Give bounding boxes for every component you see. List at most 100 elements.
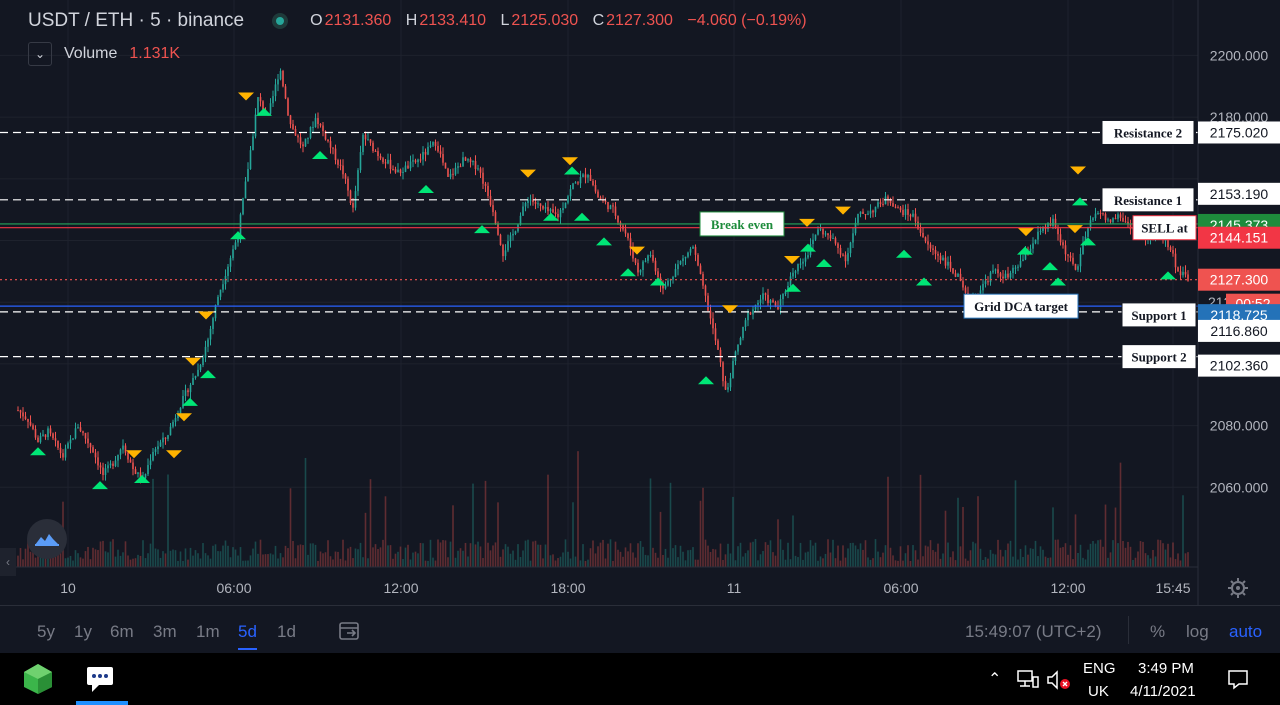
range-6m[interactable]: 6m bbox=[110, 622, 134, 642]
volume-bar bbox=[527, 539, 529, 567]
candle-body bbox=[259, 97, 262, 102]
candle-body bbox=[937, 253, 939, 256]
volume-bar bbox=[17, 555, 19, 567]
level-tags: Resistance 2 Resistance 1 Break even SELL a… bbox=[699, 119, 1280, 377]
volume-legend: ⌄ Volume 1.131K bbox=[28, 42, 180, 66]
volume-bar bbox=[459, 548, 462, 567]
volume-bar bbox=[494, 542, 497, 567]
volume-bar bbox=[402, 559, 404, 567]
volume-bar bbox=[329, 556, 332, 567]
auto-scale-toggle[interactable]: auto bbox=[1229, 622, 1262, 642]
candle-body bbox=[609, 205, 612, 210]
range-5d[interactable]: 5d bbox=[238, 622, 257, 650]
volume-bar bbox=[864, 540, 867, 567]
volume-bar bbox=[577, 451, 579, 567]
volume-muted-icon[interactable] bbox=[1046, 669, 1072, 691]
volume-bar bbox=[892, 555, 894, 567]
candle-body bbox=[159, 442, 162, 447]
candle-body bbox=[494, 212, 497, 224]
percent-scale-toggle[interactable]: % bbox=[1150, 622, 1165, 642]
tradingview-logo-icon[interactable] bbox=[27, 519, 67, 559]
collapse-chevron-icon[interactable]: ⌄ bbox=[28, 42, 52, 66]
volume-bar bbox=[912, 545, 914, 567]
range-1y[interactable]: 1y bbox=[74, 622, 92, 642]
network-icon[interactable] bbox=[1016, 669, 1040, 689]
volume-bar bbox=[334, 551, 337, 567]
volume-bar bbox=[567, 551, 569, 567]
candle-body bbox=[439, 151, 442, 155]
candle-body bbox=[227, 266, 229, 276]
buy-signal-marker bbox=[1160, 271, 1176, 280]
candle-body bbox=[19, 410, 22, 413]
volume-bar bbox=[187, 559, 189, 567]
volume-bar bbox=[742, 556, 744, 567]
chart-settings-gear-icon[interactable] bbox=[1226, 576, 1250, 600]
candle-body bbox=[329, 141, 332, 148]
candle-body bbox=[839, 247, 842, 255]
candle-body bbox=[422, 151, 424, 160]
price-tag-sell-at: 2144.151 bbox=[1210, 230, 1269, 246]
candle-body bbox=[549, 209, 552, 212]
volume-bar bbox=[857, 549, 859, 567]
sell-signal-marker bbox=[185, 357, 201, 366]
price-chart[interactable]: 2200.0002180.0002140.0002080.0002060.000… bbox=[0, 0, 1280, 605]
volume-bar bbox=[84, 551, 87, 567]
candle-body bbox=[64, 448, 67, 458]
candle-body bbox=[474, 160, 477, 170]
candle-body bbox=[417, 159, 419, 163]
windows-taskbar: ⌃ ENG UK 3:49 PM 4/11/2021 bbox=[0, 653, 1280, 705]
candle-body bbox=[1129, 223, 1132, 230]
range-3m[interactable]: 3m bbox=[153, 622, 177, 642]
volume-bar bbox=[979, 548, 982, 567]
taskbar-date[interactable]: 4/11/2021 bbox=[1130, 683, 1196, 700]
time-tick-label: 15:45 bbox=[1155, 580, 1190, 596]
volume-bar bbox=[1089, 543, 1092, 567]
keyboard-region[interactable]: UK bbox=[1088, 683, 1109, 700]
volume-bar bbox=[244, 560, 247, 567]
volume-bar bbox=[699, 500, 702, 567]
volume-value: 1.131K bbox=[129, 45, 181, 62]
taskbar-app-cube-icon[interactable] bbox=[12, 653, 64, 705]
volume-bar bbox=[447, 557, 449, 567]
volume-bar bbox=[1042, 549, 1044, 567]
candle-body bbox=[512, 233, 514, 236]
candle-body bbox=[779, 299, 782, 310]
symbol-title[interactable]: USDT / ETH · 5 · binance bbox=[28, 10, 244, 32]
price-tag-support-1: 2116.860 bbox=[1210, 323, 1268, 339]
show-hidden-icons-chevron-icon[interactable]: ⌃ bbox=[988, 669, 1001, 689]
candle-body bbox=[374, 150, 377, 152]
volume-bar bbox=[574, 556, 577, 567]
date-range-icon[interactable] bbox=[338, 620, 362, 642]
candle-body bbox=[114, 460, 117, 466]
volume-bar bbox=[1169, 557, 1172, 567]
range-1d[interactable]: 1d bbox=[277, 622, 296, 642]
utc-clock[interactable]: 15:49:07 (UTC+2) bbox=[965, 622, 1102, 642]
volume-bar bbox=[789, 559, 792, 567]
range-5y[interactable]: 5y bbox=[37, 622, 55, 642]
taskbar-time[interactable]: 3:49 PM bbox=[1138, 660, 1194, 677]
candle-body bbox=[752, 309, 754, 315]
candle-body bbox=[1087, 227, 1089, 237]
sell-at-tag: SELL at bbox=[1141, 221, 1188, 236]
toolbar-divider bbox=[1128, 616, 1129, 644]
candle-body bbox=[362, 134, 364, 153]
volume-bar bbox=[882, 552, 884, 567]
resistance-1-tag: Resistance 1 bbox=[1114, 193, 1182, 208]
candle-body bbox=[299, 137, 302, 145]
scroll-left-icon[interactable]: ‹ bbox=[0, 548, 16, 576]
candle-body bbox=[652, 255, 654, 261]
buy-signal-marker bbox=[564, 166, 580, 175]
volume-bar bbox=[767, 544, 769, 567]
candle-body bbox=[727, 387, 729, 390]
range-1m[interactable]: 1m bbox=[196, 622, 220, 642]
volume-bar bbox=[837, 545, 839, 567]
volume-bar bbox=[942, 553, 944, 567]
candle-body bbox=[704, 285, 707, 296]
taskbar-app-chat-icon[interactable] bbox=[75, 653, 127, 705]
volume-bar bbox=[747, 550, 749, 567]
language-indicator[interactable]: ENG bbox=[1083, 660, 1116, 677]
notifications-icon[interactable] bbox=[1226, 667, 1250, 691]
sell-signal-marker bbox=[799, 218, 815, 227]
log-scale-toggle[interactable]: log bbox=[1186, 622, 1209, 642]
volume-bar bbox=[444, 540, 447, 567]
